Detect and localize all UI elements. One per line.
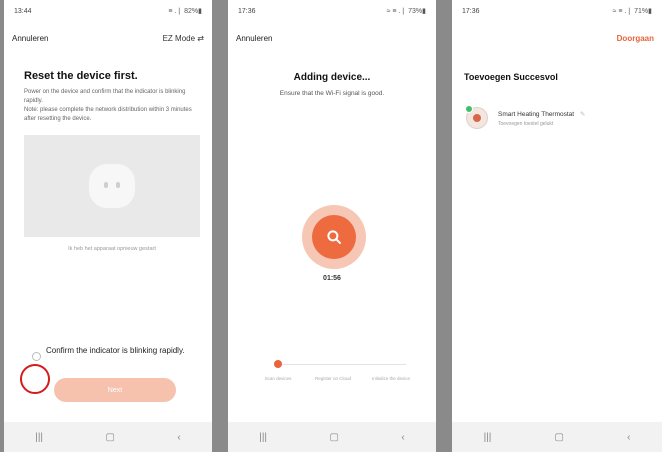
device-list-item[interactable]: Smart Heating Thermostat ✎ Toevoegen toe… — [465, 104, 656, 132]
page-subtitle: Ensure that the Wi-Fi signal is good. — [279, 90, 385, 97]
success-check-icon — [465, 105, 473, 113]
status-bar: 13:44 ≡ .❘ 82%▮ — [4, 0, 212, 22]
page-title: Toevoegen Succesvol — [464, 72, 558, 82]
app-bar: Doorgaan — [452, 28, 662, 48]
device-name: Smart Heating Thermostat — [498, 110, 575, 118]
phone-screen-reset: 13:44 ≡ .❘ 82%▮ Annuleren EZ Mode ⇄ Rese… — [4, 0, 212, 452]
back-icon[interactable]: ‹ — [401, 432, 404, 443]
cancel-button[interactable]: Annuleren — [12, 34, 48, 43]
thermostat-icon — [465, 105, 488, 129]
step-label-scan: Scan devices — [264, 376, 292, 381]
recent-apps-icon[interactable]: ||| — [484, 432, 492, 443]
step-label-register: Register on Cloud — [314, 376, 352, 381]
home-icon[interactable]: ▢ — [106, 432, 115, 443]
step-label-initialize: Initialize the device — [371, 376, 411, 381]
scan-button — [312, 215, 356, 259]
app-bar: Annuleren — [228, 28, 436, 48]
smart-plug-icon — [89, 164, 135, 208]
system-nav-bar: ||| ▢ ‹ — [4, 422, 212, 452]
confirm-label[interactable]: Confirm the indicator is blinking rapidl… — [46, 346, 196, 356]
ez-mode-button[interactable]: EZ Mode ⇄ — [163, 34, 204, 43]
highlight-circle — [20, 364, 50, 394]
status-bar: 17:36 ≈ ≡ .❘ 71%▮ — [452, 0, 662, 22]
status-icons: ≡ .❘ 82%▮ — [168, 8, 202, 15]
next-button[interactable]: Next — [54, 378, 176, 402]
done-button[interactable]: Doorgaan — [617, 34, 654, 43]
search-icon — [327, 230, 341, 244]
back-icon[interactable]: ‹ — [177, 432, 180, 443]
status-time: 13:44 — [14, 7, 32, 15]
cancel-button[interactable]: Annuleren — [236, 34, 272, 43]
progress-line — [278, 364, 406, 365]
page-title: Adding device... — [293, 72, 371, 83]
status-icons: ≈ ≡ .❘ 71%▮ — [612, 8, 652, 15]
back-icon[interactable]: ‹ — [627, 432, 630, 443]
edit-icon[interactable]: ✎ — [580, 111, 585, 118]
ez-mode-label: EZ Mode — [162, 33, 196, 43]
system-nav-bar: ||| ▢ ‹ — [452, 422, 662, 452]
home-icon[interactable]: ▢ — [330, 432, 339, 443]
help-link[interactable]: Ik heb het apparaat opnieuw gestart — [24, 246, 200, 252]
switch-mode-icon: ⇄ — [197, 33, 204, 43]
step-indicator-active — [274, 360, 282, 368]
countdown-timer: 01:56 — [323, 275, 341, 282]
instructions-text: Power on the device and confirm that the… — [24, 89, 192, 122]
home-icon[interactable]: ▢ — [554, 432, 563, 443]
phone-screen-success: 17:36 ≈ ≡ .❘ 71%▮ Doorgaan Toevoegen Suc… — [452, 0, 662, 452]
confirm-checkbox[interactable] — [32, 352, 41, 361]
status-time: 17:36 — [462, 7, 480, 15]
system-nav-bar: ||| ▢ ‹ — [228, 422, 436, 452]
recent-apps-icon[interactable]: ||| — [259, 432, 267, 443]
app-bar: Annuleren EZ Mode ⇄ — [4, 28, 212, 48]
status-bar: 17:36 ≈ ≡ .❘ 73%▮ — [228, 0, 436, 22]
status-time: 17:36 — [238, 7, 256, 15]
status-icons: ≈ ≡ .❘ 73%▮ — [386, 8, 426, 15]
device-illustration — [24, 135, 200, 237]
page-title: Reset the device first. — [24, 70, 138, 82]
recent-apps-icon[interactable]: ||| — [35, 432, 43, 443]
device-status: Toevoegen toestel gelukt — [498, 120, 554, 127]
phone-screen-adding: 17:36 ≈ ≡ .❘ 73%▮ Annuleren Adding devic… — [228, 0, 436, 452]
